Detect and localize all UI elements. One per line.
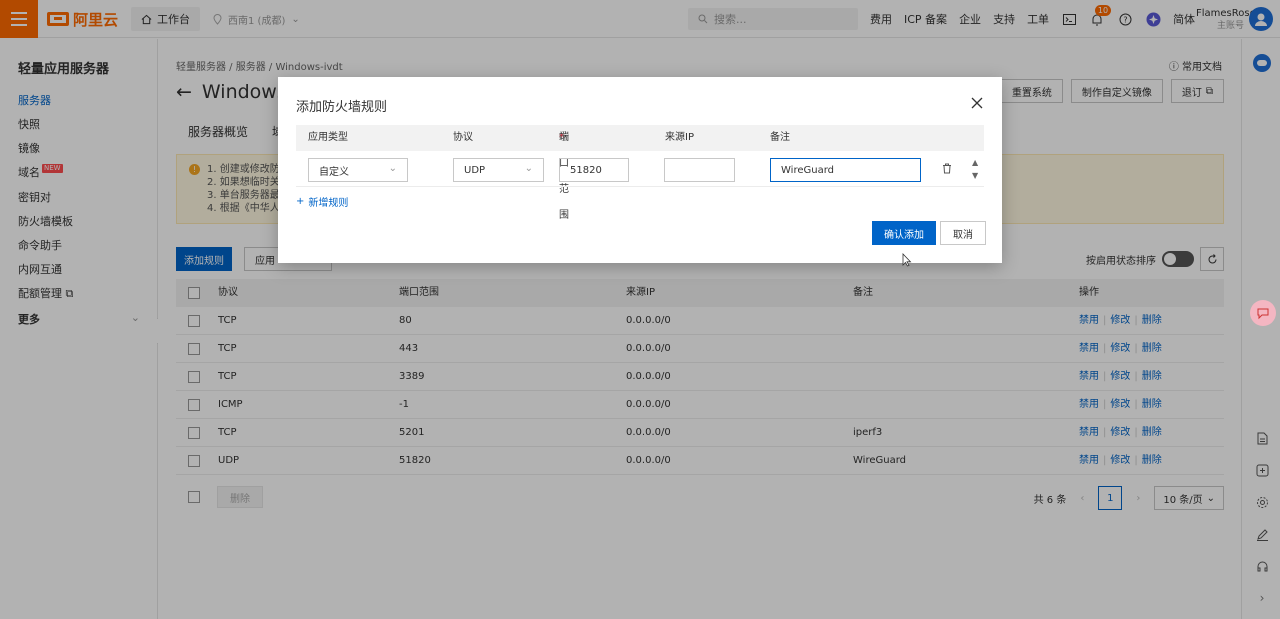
add-new-rule-link[interactable]: + 新增规则 xyxy=(296,194,348,209)
rule-form-row: 自定义 ⌄ UDP ⌄ 51820 WireGuard ▲ ▼ xyxy=(296,151,984,187)
column-header: 备注 xyxy=(770,132,790,143)
floating-chat-button[interactable] xyxy=(1250,300,1276,326)
protocol-select[interactable]: UDP ⌄ xyxy=(453,158,544,182)
column-header: 应用类型 xyxy=(308,132,348,143)
chat-icon xyxy=(1257,308,1269,320)
chevron-down-icon: ⌄ xyxy=(388,163,397,174)
confirm-add-button[interactable]: 确认添加 xyxy=(872,221,936,245)
note-value: WireGuard xyxy=(781,164,834,176)
add-new-rule-label: 新增规则 xyxy=(308,198,349,209)
chevron-down-icon: ⌄ xyxy=(524,163,533,174)
row-scroll-arrows[interactable]: ▲ ▼ xyxy=(972,156,978,182)
protocol-value: UDP xyxy=(464,164,486,176)
note-input[interactable]: WireGuard xyxy=(770,158,921,182)
plus-icon: + xyxy=(296,196,305,207)
trash-icon[interactable] xyxy=(942,163,952,177)
port-value: 51820 xyxy=(570,164,602,176)
source-ip-input[interactable] xyxy=(664,158,735,182)
app-type-value: 自定义 xyxy=(319,166,349,178)
rule-form-table: 应用类型 协议 * 端口范围 ⓘ 来源IP 备注 自定义 ⌄ UDP ⌄ 51820 … xyxy=(296,125,984,221)
mouse-cursor-icon xyxy=(902,253,912,270)
arrow-down-icon[interactable]: ▼ xyxy=(972,169,978,182)
close-icon[interactable] xyxy=(970,96,984,110)
column-header: 协议 xyxy=(453,132,473,143)
column-header: 来源IP xyxy=(665,132,694,143)
port-range-input[interactable]: 51820 xyxy=(559,158,629,182)
cancel-button[interactable]: 取消 xyxy=(940,221,986,245)
help-icon[interactable]: ⓘ xyxy=(559,125,569,151)
app-type-select[interactable]: 自定义 ⌄ xyxy=(308,158,408,182)
rule-form-header: 应用类型 协议 * 端口范围 ⓘ 来源IP 备注 xyxy=(296,125,984,221)
dialog-title: 添加防火墙规则 xyxy=(296,100,388,115)
add-firewall-rule-dialog: 添加防火墙规则 应用类型 协议 * 端口范围 ⓘ 来源IP 备注 自定义 ⌄ UDP… xyxy=(278,77,1002,263)
arrow-up-icon[interactable]: ▲ xyxy=(972,156,978,169)
